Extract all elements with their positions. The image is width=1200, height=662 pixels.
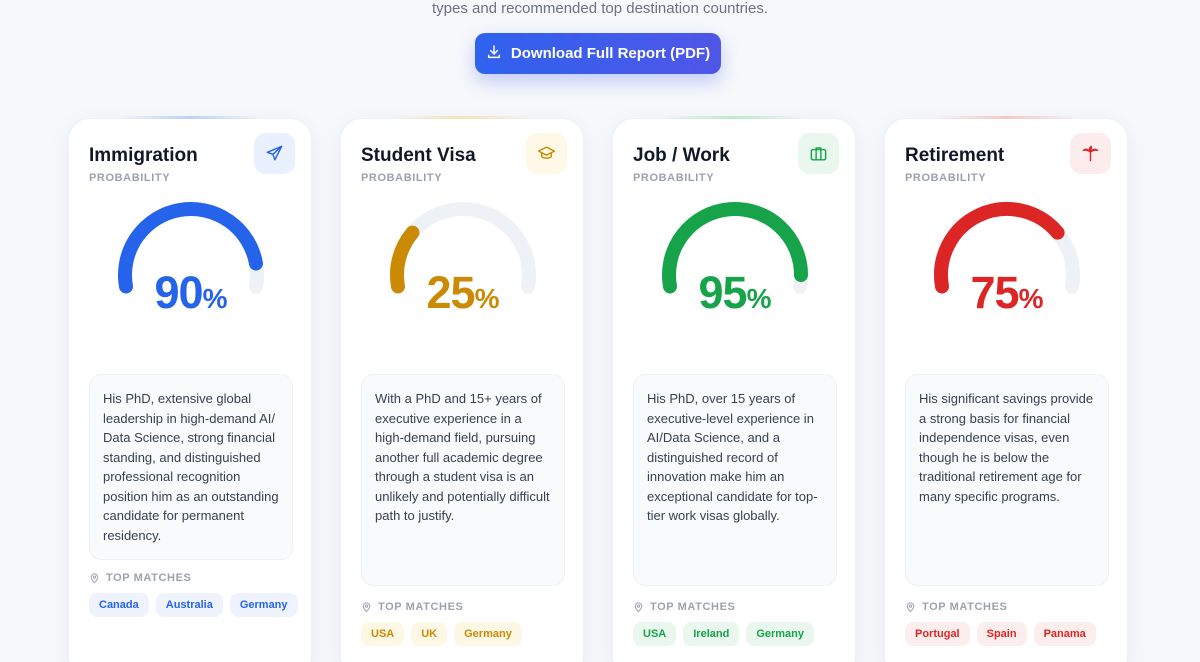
probability-value: 75%	[885, 267, 1129, 319]
match-tag: Portugal	[905, 622, 970, 646]
percent-sign: %	[474, 283, 500, 314]
probability-value: 25%	[341, 267, 585, 319]
student-visa-card: Student Visa PROBABILITY 25% With a PhD …	[340, 116, 585, 662]
graduation-cap-icon	[526, 133, 567, 174]
plane-icon	[254, 133, 295, 174]
card-title: Retirement	[905, 145, 1005, 166]
card-subtitle: PROBABILITY	[89, 172, 171, 184]
match-tag: UK	[411, 622, 448, 646]
top-matches-label: TOP MATCHES	[89, 572, 191, 584]
card-title: Student Visa	[361, 145, 476, 166]
card-title: Immigration	[89, 145, 198, 166]
download-report-label: Download Full Report (PDF)	[510, 45, 711, 62]
card-subtitle: PROBABILITY	[905, 172, 987, 184]
probability-value: 90%	[69, 267, 313, 319]
match-tags: Portugal Spain Panama	[905, 622, 1115, 646]
match-tag: Germany	[454, 622, 522, 646]
match-tag: Germany	[229, 593, 298, 617]
match-tag: Canada	[89, 593, 149, 617]
card-description: His PhD, extensive global leadership in …	[89, 374, 293, 560]
top-matches-text: TOP MATCHES	[922, 601, 1008, 613]
probability-value: 95%	[613, 267, 857, 319]
probability-number: 90	[154, 267, 204, 318]
palm-tree-icon	[1070, 133, 1111, 174]
location-pin-icon	[90, 572, 99, 583]
match-tag: Panama	[1033, 622, 1096, 646]
probability-number: 25	[426, 267, 476, 318]
match-tag: Australia	[155, 593, 223, 617]
card-subtitle: PROBABILITY	[361, 172, 443, 184]
top-matches-text: TOP MATCHES	[106, 572, 192, 584]
match-tags: Canada Australia Germany	[89, 593, 299, 617]
page-subtitle: types and recommended top destination co…	[431, 0, 769, 17]
card-accent-line	[391, 116, 533, 119]
percent-sign: %	[202, 283, 228, 314]
card-accent-line	[119, 116, 261, 119]
top-matches-label: TOP MATCHES	[905, 601, 1007, 613]
match-tag: Germany	[746, 622, 815, 646]
match-tag: USA	[361, 622, 405, 646]
job-work-card: Job / Work PROBABILITY 95% His PhD, over…	[612, 116, 857, 662]
match-tag: USA	[633, 622, 677, 646]
top-matches-label: TOP MATCHES	[633, 601, 735, 613]
match-tags: USA Ireland Germany	[633, 622, 843, 646]
top-matches-label: TOP MATCHES	[361, 601, 463, 613]
download-report-button[interactable]: Download Full Report (PDF)	[475, 33, 721, 74]
card-title: Job / Work	[633, 145, 730, 166]
percent-sign: %	[746, 283, 772, 314]
top-matches-text: TOP MATCHES	[650, 601, 736, 613]
top-matches-text: TOP MATCHES	[378, 601, 464, 613]
location-pin-icon	[634, 601, 643, 612]
location-pin-icon	[906, 601, 915, 612]
card-description: His PhD, over 15 years of executive-leve…	[633, 374, 837, 586]
briefcase-icon	[798, 133, 839, 174]
match-tag: Spain	[976, 622, 1027, 646]
card-accent-line	[663, 116, 805, 119]
location-pin-icon	[362, 601, 371, 612]
card-description: With a PhD and 15+ years of executive ex…	[361, 374, 565, 586]
probability-number: 95	[698, 267, 748, 318]
percent-sign: %	[1018, 283, 1044, 314]
immigration-card: Immigration PROBABILITY 90% His PhD, ext…	[68, 116, 313, 662]
probability-number: 75	[970, 267, 1020, 318]
card-description: His significant savings provide a strong…	[905, 374, 1109, 586]
retirement-card: Retirement PROBABILITY 75% His significa…	[884, 116, 1129, 662]
card-subtitle: PROBABILITY	[633, 172, 715, 184]
match-tag: Ireland	[683, 622, 740, 646]
card-accent-line	[935, 116, 1077, 119]
download-icon	[486, 44, 502, 64]
match-tags: USA UK Germany	[361, 622, 571, 646]
